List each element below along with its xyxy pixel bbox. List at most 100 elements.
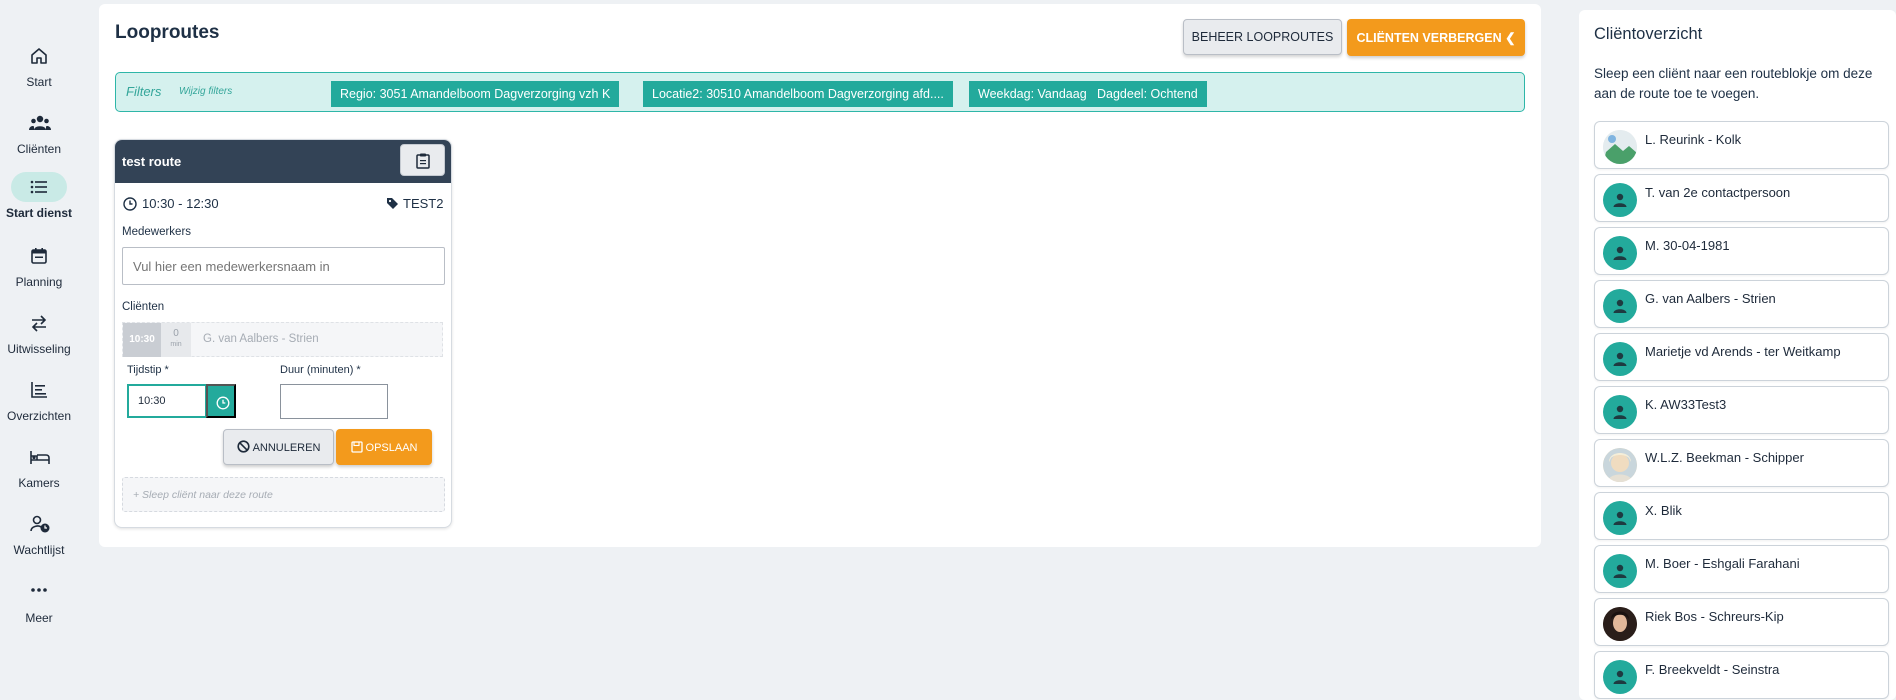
opslaan-label: OPSLAAN [365, 441, 418, 454]
nav-kamers[interactable]: Kamers [0, 442, 78, 490]
client-card[interactable]: L. Reurink - Kolk [1594, 121, 1889, 169]
client-name: M. 30-04-1981 [1645, 238, 1730, 253]
beheer-looproutes-button[interactable]: BEHEER LOOPROUTES [1183, 19, 1342, 55]
client-name: Riek Bos - Schreurs-Kip [1645, 609, 1784, 624]
user-avatar-icon [1603, 183, 1637, 217]
user-avatar-icon [1603, 289, 1637, 323]
route-clipboard-button[interactable] [400, 144, 445, 176]
nav-wachtlijst[interactable]: Wachtlijst [0, 509, 78, 557]
chevron-left-icon: ❮ [1505, 31, 1516, 45]
nav-label: Planning [15, 275, 63, 289]
nav-label: Wachtlijst [13, 543, 65, 557]
opslaan-button[interactable]: OPSLAAN [336, 429, 432, 465]
nav-overzichten[interactable]: Overzichten [0, 375, 78, 423]
sidebar: Start Cliënten Start dienst Planning Uit… [0, 0, 78, 700]
filter-title: Filters [126, 84, 162, 99]
bed-icon [21, 442, 57, 472]
nav-start-dienst[interactable]: Start dienst [0, 172, 78, 220]
client-card[interactable]: X. Blik [1594, 492, 1889, 540]
medewerker-input[interactable] [122, 247, 445, 285]
route-tag: TEST2 [386, 196, 443, 211]
user-avatar-icon [1603, 395, 1637, 429]
route-tag-text: TEST2 [403, 196, 444, 211]
nav-label: Overzichten [6, 409, 72, 423]
route-client-duration-unit: min [170, 341, 182, 348]
calendar-icon [21, 241, 57, 271]
client-card[interactable]: M. 30-04-1981 [1594, 227, 1889, 275]
client-card[interactable]: Riek Bos - Schreurs-Kip [1594, 598, 1889, 646]
avatar-photo [1603, 130, 1637, 164]
client-name: T. van 2e contactpersoon [1645, 185, 1791, 200]
filter-chip-regio[interactable]: Regio: 3051 Amandelboom Dagverzorging vz… [331, 81, 620, 107]
nav-label: Start dienst [5, 206, 72, 220]
nav-label: Kamers [18, 476, 60, 490]
route-client-row[interactable]: 10:30 0 min G. van Aalbers - Strien [122, 322, 443, 357]
nav-uitwisseling[interactable]: Uitwisseling [0, 308, 78, 356]
avatar-photo [1603, 448, 1637, 482]
nav-label: Start [26, 75, 52, 89]
route-dropzone[interactable]: + Sleep cliënt naar deze route [122, 477, 445, 512]
ban-icon [236, 440, 250, 453]
client-card[interactable]: K. AW33Test3 [1594, 386, 1889, 434]
clipboard-icon [416, 153, 430, 169]
medewerkers-label: Medewerkers [122, 226, 192, 238]
filter-chip-dagdeel[interactable]: Dagdeel: Ochtend [1088, 81, 1207, 107]
tijdstip-input[interactable] [127, 384, 207, 418]
client-name: L. Reurink - Kolk [1645, 132, 1742, 147]
user-avatar-icon [1603, 342, 1637, 376]
route-client-duration: 0 min [161, 323, 191, 357]
client-name: G. van Aalbers - Strien [1645, 291, 1776, 306]
filter-chip-locatie[interactable]: Locatie2: 30510 Amandelboom Dagverzorgin… [643, 81, 953, 107]
clienten-label: Cliënten [122, 301, 165, 313]
chart-icon [21, 375, 57, 405]
duur-input[interactable] [280, 384, 388, 419]
more-icon [21, 577, 57, 607]
client-card[interactable]: T. van 2e contactpersoon [1594, 174, 1889, 222]
client-card[interactable]: M. Boer - Eshgali Farahani [1594, 545, 1889, 593]
client-name: M. Boer - Eshgali Farahani [1645, 556, 1800, 571]
route-name: test route [122, 154, 182, 169]
nav-start[interactable]: Start [0, 41, 78, 89]
clienten-verbergen-label: CLIËNTEN VERBERGEN [1356, 31, 1502, 45]
client-name: K. AW33Test3 [1645, 397, 1727, 412]
route-client-time: 10:30 [123, 323, 161, 357]
route-time: 10:30 - 12:30 [123, 196, 219, 211]
client-name: W.L.Z. Beekman - Schipper [1645, 450, 1804, 465]
client-card[interactable]: F. Breekveldt - Seinstra [1594, 651, 1889, 699]
exchange-icon [21, 308, 57, 338]
filter-bar: Filters Wijzig filters Regio: 3051 Amand… [115, 72, 1525, 112]
duur-label: Duur (minuten) * [280, 364, 361, 376]
main-content: Looproutes BEHEER LOOPROUTES CLIËNTEN VE… [99, 4, 1541, 547]
tijdstip-label: Tijdstip * [127, 364, 169, 376]
tijdstip-picker-button[interactable] [206, 384, 236, 418]
clock-icon [123, 197, 137, 211]
client-card[interactable]: W.L.Z. Beekman - Schipper [1594, 439, 1889, 487]
client-card[interactable]: Marietje vd Arends - ter Weitkamp [1594, 333, 1889, 381]
nav-label: Meer [25, 611, 53, 625]
clock-icon [216, 396, 230, 410]
page-title: Looproutes [115, 22, 220, 43]
client-name: Marietje vd Arends - ter Weitkamp [1645, 344, 1841, 359]
nav-label: Uitwisseling [7, 342, 71, 356]
save-icon [350, 440, 363, 453]
client-name: F. Breekveldt - Seinstra [1645, 662, 1780, 677]
route-header: test route [115, 140, 451, 183]
nav-meer[interactable]: Meer [0, 577, 78, 625]
nav-label: Cliënten [16, 142, 62, 156]
annuleren-label: ANNULEREN [252, 442, 321, 454]
wijzig-filters-link[interactable]: Wijzig filters [179, 86, 232, 97]
clienten-verbergen-button[interactable]: CLIËNTEN VERBERGEN ❮ [1347, 19, 1525, 56]
client-card[interactable]: G. van Aalbers - Strien [1594, 280, 1889, 328]
nav-clienten[interactable]: Cliënten [0, 108, 78, 156]
client-panel-title: Cliëntoverzicht [1594, 25, 1703, 43]
home-icon [21, 41, 57, 71]
avatar-photo [1603, 607, 1637, 641]
nav-planning[interactable]: Planning [0, 241, 78, 289]
client-name: X. Blik [1645, 503, 1682, 518]
user-avatar-icon [1603, 501, 1637, 535]
filter-chip-weekdag[interactable]: Weekdag: Vandaag [969, 81, 1096, 107]
client-panel: Cliëntoverzicht Sleep een cliënt naar ee… [1579, 10, 1896, 700]
annuleren-button[interactable]: ANNULEREN [223, 429, 334, 465]
route-client-duration-value: 0 [173, 328, 179, 339]
route-client-name: G. van Aalbers - Strien [203, 333, 319, 345]
